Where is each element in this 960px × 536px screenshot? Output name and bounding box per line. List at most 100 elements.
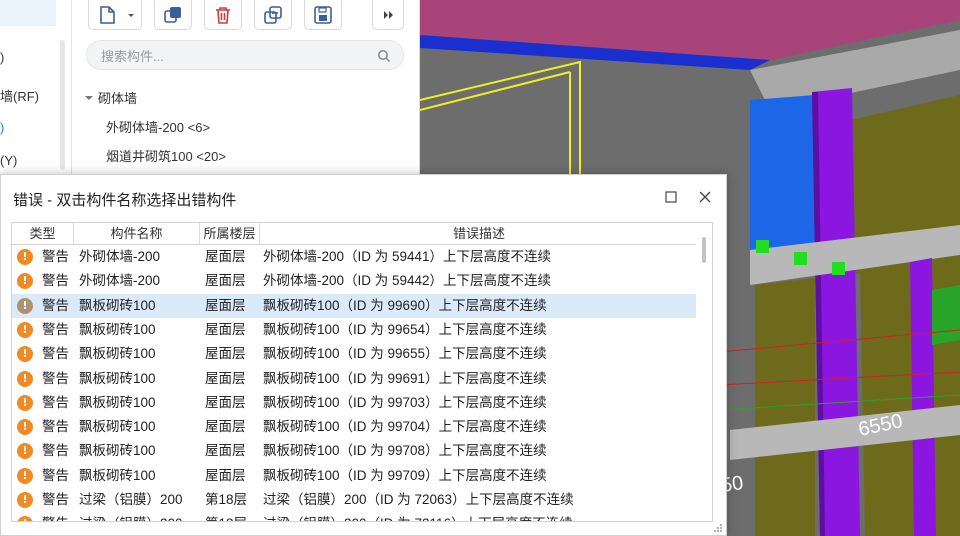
cell-component-name[interactable]: 飘板砌砖100 <box>79 391 156 415</box>
cell-description: 外砌体墙-200（ID 为 59442）上下层高度不连续 <box>263 273 552 289</box>
table-row[interactable]: ! 警告 飘板砌砖100 屋面层 飘板砌砖100（ID 为 99704）上下层高度不连续 <box>12 415 698 439</box>
cell-description: 飘板砌砖100（ID 为 99654）上下层高度不连续 <box>263 321 547 337</box>
left-panel-item[interactable]: ) <box>0 120 4 135</box>
trash-icon <box>216 6 230 24</box>
table-row[interactable]: ! 警告 过梁（铝膜）200 第18层 过梁（铝膜）200（ID 为 72063）上下层… <box>12 488 698 512</box>
cell-type: 警告 <box>42 346 69 362</box>
cell-description: 过梁（铝膜）200（ID 为 72116）上下层高度不连续 <box>263 512 573 521</box>
cell-floor: 屋面层 <box>205 297 246 313</box>
column-header-name[interactable]: 构件名称 <box>74 223 200 245</box>
warning-icon: ! <box>17 492 33 508</box>
cell-type: 警告 <box>42 249 69 264</box>
cell-type: 警告 <box>42 370 69 386</box>
table-row[interactable]: ! 警告 飘板砌砖100 屋面层 飘板砌砖100（ID 为 99703）上下层高度不连续 <box>12 391 698 415</box>
cell-description: 飘板砌砖100（ID 为 99703）上下层高度不连续 <box>263 394 547 410</box>
warning-icon: ! <box>17 467 33 484</box>
cell-description: 过梁（铝膜）200（ID 为 72063）上下层高度不连续 <box>263 492 574 507</box>
cell-component-name[interactable]: 飘板砌砖100 <box>79 342 156 366</box>
error-table: 类型 构件名称 所属楼层 错误描述 ! 警告 外砌体墙-200 屋面层 外砌体墙-200… <box>11 222 713 522</box>
cell-description: 飘板砌砖100（ID 为 99709）上下层高度不连续 <box>263 467 547 483</box>
cell-description: 飘板砌砖100（ID 为 99690）上下层高度不连续 <box>263 297 547 313</box>
cell-description: 飘板砌砖100（ID 为 99704）上下层高度不连续 <box>263 419 547 435</box>
copy-to-floor-button[interactable] <box>254 0 292 30</box>
close-button[interactable] <box>695 187 715 207</box>
warning-icon: ! <box>17 419 33 436</box>
cell-type: 警告 <box>42 492 69 507</box>
cell-floor: 屋面层 <box>205 346 246 362</box>
save-icon <box>314 5 332 24</box>
cell-type: 警告 <box>42 512 69 521</box>
tree-group-label: 砌体墙 <box>98 91 138 106</box>
cell-floor: 屋面层 <box>205 419 246 435</box>
maximize-button[interactable] <box>663 189 679 205</box>
warning-icon: ! <box>17 394 33 411</box>
vertical-scrollbar[interactable] <box>696 223 712 521</box>
table-row[interactable]: ! 警告 飘板砌砖100 屋面层 飘板砌砖100（ID 为 99690）上下层高度不连续 <box>12 293 698 318</box>
save-template-button[interactable] <box>304 0 342 30</box>
cell-component-name[interactable]: 飘板砌砖100 <box>79 367 156 391</box>
cell-floor: 第18层 <box>205 492 248 507</box>
cell-component-name[interactable]: 飘板砌砖100 <box>79 415 156 439</box>
cell-floor: 屋面层 <box>205 443 246 459</box>
tree-group-masonry-wall[interactable]: 砌体墙 <box>84 88 137 107</box>
table-row[interactable]: ! 警告 外砌体墙-200 屋面层 外砌体墙-200（ID 为 59441）上下层高度不… <box>12 245 698 269</box>
cell-component-name[interactable]: 飘板砌砖100 <box>79 318 156 342</box>
warning-icon: ! <box>17 273 33 290</box>
cell-floor: 屋面层 <box>205 273 246 289</box>
table-header: 类型 构件名称 所属楼层 错误描述 <box>12 223 698 245</box>
cell-component-name[interactable]: 飘板砌砖100 <box>79 439 156 463</box>
copy-component-button[interactable] <box>154 0 192 30</box>
table-row[interactable]: ! 警告 飘板砌砖100 屋面层 飘板砌砖100（ID 为 99708）上下层高度不连续 <box>12 439 698 463</box>
cell-component-name[interactable]: 外砌体墙-200 <box>79 245 160 269</box>
cell-component-name[interactable]: 过梁（铝膜）200 <box>79 488 183 512</box>
cell-component-name[interactable]: 过梁（铝膜）200 <box>79 512 183 521</box>
cell-floor: 第18层 <box>205 512 247 521</box>
table-row[interactable]: ! 警告 飘板砌砖100 屋面层 飘板砌砖100（ID 为 99655）上下层高度不连续 <box>12 342 698 366</box>
cell-component-name[interactable]: 飘板砌砖100 <box>79 294 156 318</box>
table-row[interactable]: ! 警告 飘板砌砖100 屋面层 飘板砌砖100（ID 为 99709）上下层高度不连续 <box>12 464 698 488</box>
copy-icon <box>164 6 181 23</box>
table-row[interactable]: ! 警告 飘板砌砖100 屋面层 飘板砌砖100（ID 为 99691）上下层高度不连续 <box>12 367 698 391</box>
cell-floor: 屋面层 <box>205 467 246 483</box>
table-row[interactable]: ! 警告 过梁（铝膜）200 第18层 过梁（铝膜）200（ID 为 72116）上下层… <box>12 512 698 521</box>
cell-floor: 屋面层 <box>205 249 246 264</box>
left-panel-selected-item[interactable] <box>0 0 56 26</box>
selection-marker <box>756 240 769 253</box>
cell-description: 飘板砌砖100（ID 为 99655）上下层高度不连续 <box>263 346 547 362</box>
column-header-description[interactable]: 错误描述 <box>260 223 698 245</box>
new-file-icon <box>100 5 134 24</box>
resize-grip-icon[interactable] <box>713 523 723 533</box>
search-box <box>86 40 404 70</box>
left-panel-scrollbar[interactable] <box>60 40 65 170</box>
cell-component-name[interactable]: 飘板砌砖100 <box>79 464 156 488</box>
selection-marker <box>794 252 807 265</box>
table-row[interactable]: ! 警告 飘板砌砖100 屋面层 飘板砌砖100（ID 为 99654）上下层高度不连续 <box>12 318 698 342</box>
delete-component-button[interactable] <box>204 0 242 30</box>
cell-component-name[interactable]: 外砌体墙-200 <box>79 269 160 293</box>
left-panel-item[interactable]: ) <box>0 50 4 65</box>
warning-icon: ! <box>17 516 33 521</box>
error-dialog: 错误 - 双击构件名称选择出错构件 类型 构件名称 所属楼层 错误描述 ! 警告外… <box>0 174 727 536</box>
column-header-type[interactable]: 类型 <box>12 223 74 245</box>
cell-description: 飘板砌砖100（ID 为 99708）上下层高度不连续 <box>263 443 547 459</box>
warning-icon: ! <box>17 443 33 460</box>
table-row[interactable]: ! 警告 外砌体墙-200 屋面层 外砌体墙-200（ID 为 59442）上下层高度不… <box>12 269 698 293</box>
scrollbar-thumb[interactable] <box>702 237 706 263</box>
new-component-button[interactable] <box>88 0 142 30</box>
cell-description: 飘板砌砖100（ID 为 99691）上下层高度不连续 <box>263 370 547 386</box>
cell-description: 外砌体墙-200（ID 为 59441）上下层高度不连续 <box>263 249 552 264</box>
cell-type: 警告 <box>42 419 69 435</box>
warning-icon: ! <box>17 297 33 314</box>
column-header-floor[interactable]: 所属楼层 <box>200 223 260 245</box>
cell-floor: 屋面层 <box>205 321 246 337</box>
more-options-button[interactable] <box>372 0 404 30</box>
cell-type: 警告 <box>42 273 69 289</box>
search-icon[interactable] <box>377 49 391 63</box>
cell-type: 警告 <box>42 467 69 483</box>
left-panel-item[interactable]: 墙(RF) <box>0 86 39 105</box>
tree-item[interactable]: 烟道井砌筑100 <20> <box>106 146 226 165</box>
cell-type: 警告 <box>42 297 69 313</box>
left-panel-item[interactable]: (Y) <box>0 153 17 168</box>
tree-item[interactable]: 外砌体墙-200 <6> <box>106 117 210 136</box>
search-input[interactable] <box>101 47 361 65</box>
